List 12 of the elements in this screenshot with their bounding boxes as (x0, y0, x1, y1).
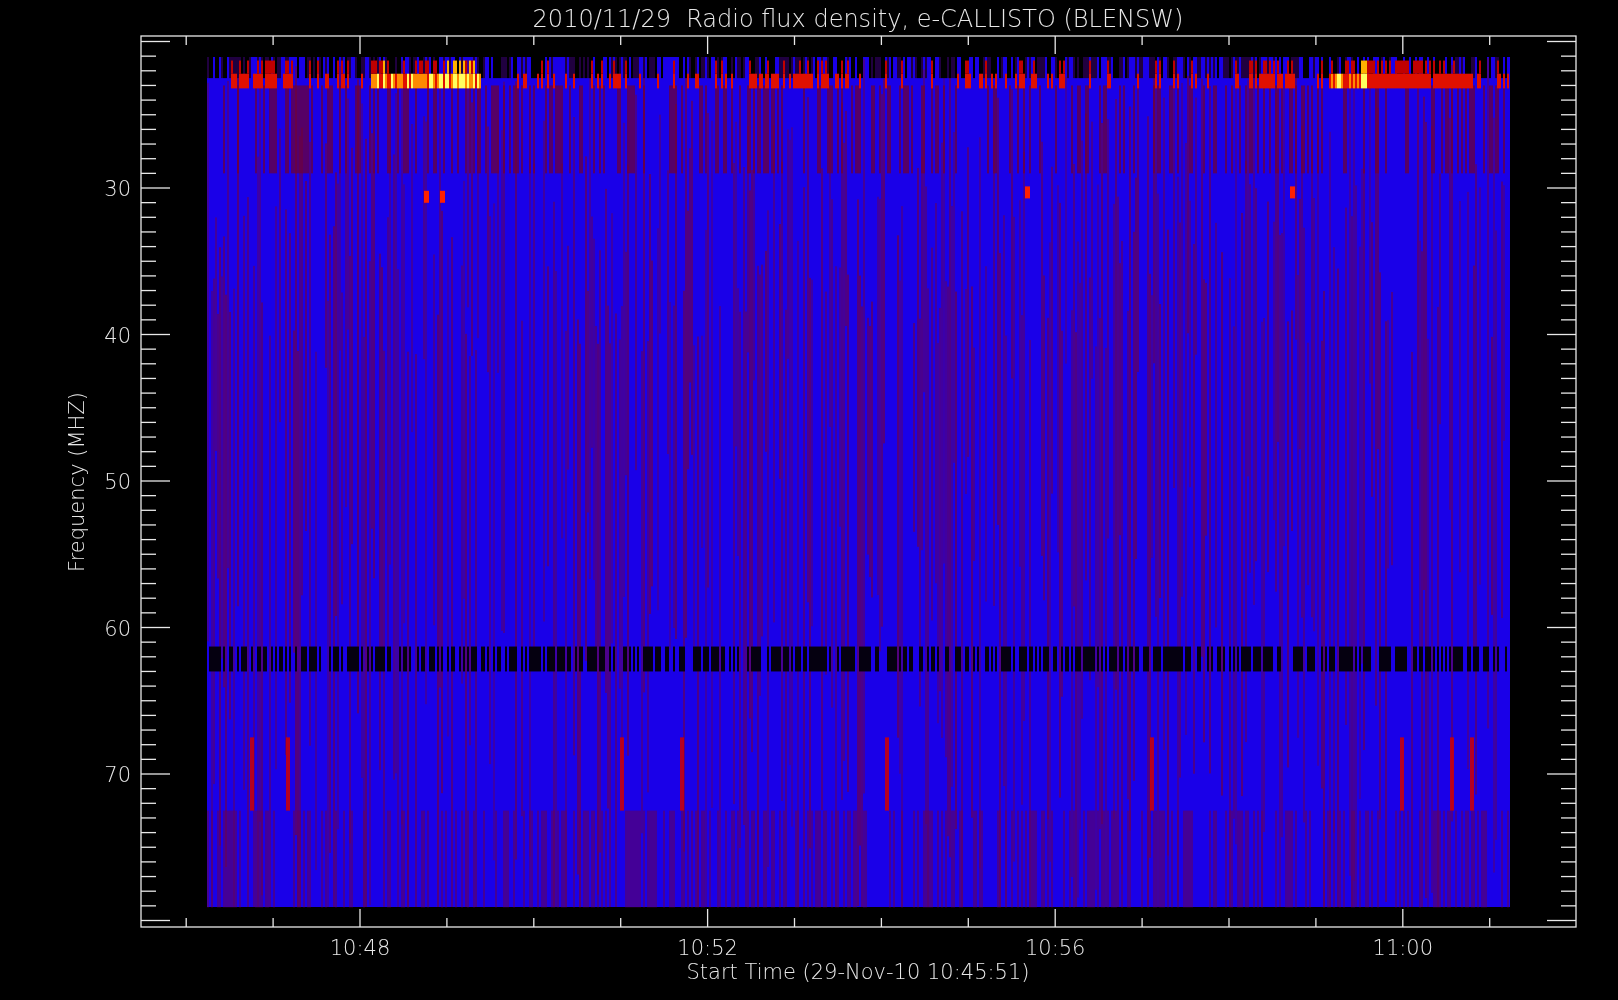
tick-label: 10:56 (1024, 936, 1086, 960)
tick-label: 60 (104, 616, 131, 641)
tick-label: 30 (104, 177, 131, 201)
tick-label: 11:00 (1372, 936, 1434, 960)
tick-label: 40 (104, 323, 131, 348)
tick-label: 50 (104, 470, 131, 494)
tick-label: 10:52 (677, 936, 738, 960)
tick-label: 10:48 (329, 936, 391, 960)
chart-title: 2010/11/29 Radio flux density, e-CALLISTO (BLENSW) (532, 5, 1184, 33)
y-axis-label: Frequency (MHZ) (65, 392, 89, 572)
x-axis-label: Start Time (29-Nov-10 10:45:51) (686, 960, 1030, 984)
tick-label: 70 (104, 763, 131, 787)
